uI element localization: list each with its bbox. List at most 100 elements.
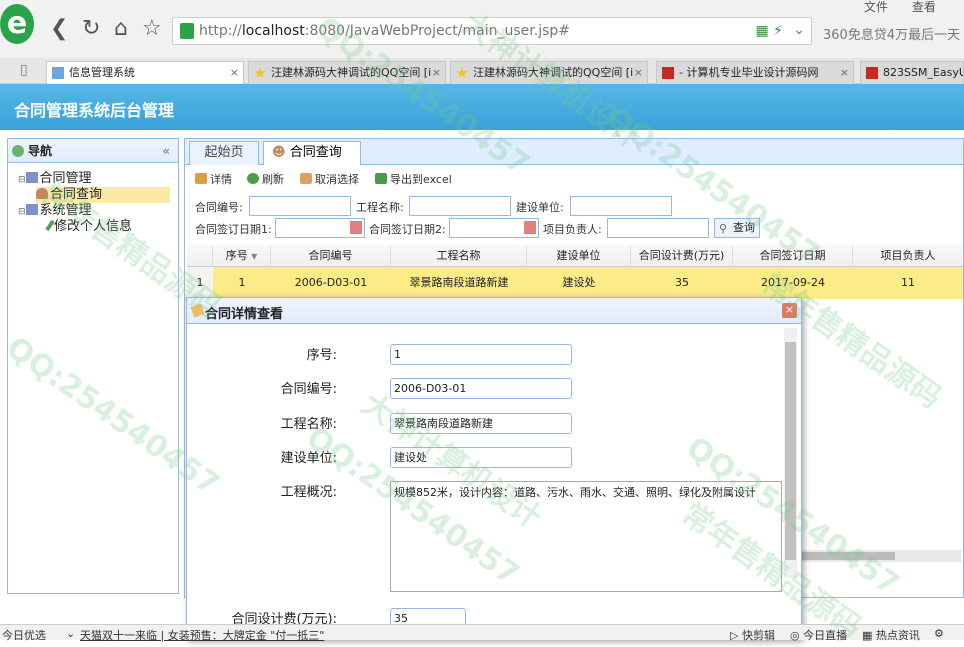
horizontal-scrollbar[interactable] — [785, 550, 961, 562]
site-icon — [866, 67, 878, 79]
scrollbar-thumb[interactable] — [795, 552, 895, 560]
contract-no-field[interactable]: 2006-D03-01 — [390, 378, 572, 399]
sidebar-toggle-icon[interactable]: ▯ — [20, 62, 28, 78]
index-field[interactable]: 1 — [390, 344, 572, 365]
app-header: 合同管理系统后台管理 — [0, 84, 964, 130]
refresh-icon — [247, 173, 259, 184]
manager-input[interactable] — [607, 218, 709, 238]
column-header-index[interactable]: 序号 ▼ — [213, 245, 271, 267]
edit-icon — [195, 173, 207, 184]
chevron-down-icon[interactable]: ⌄ — [793, 22, 805, 38]
browser-status-bar: 今日优选 ⌄ 天猫双十一来临 | 女装预售：大牌定金 "付一抵三" ▷ 快剪辑 … — [0, 624, 964, 643]
row-number: 1 — [187, 267, 213, 299]
contract-no-input[interactable] — [249, 196, 351, 216]
refresh-button[interactable]: 刷新 — [247, 171, 284, 187]
filter-label-sign-date2: 合同签订日期2: — [369, 223, 446, 236]
tree-node-contract-mgmt[interactable]: ⊟ 合同管理 — [18, 171, 92, 187]
address-bar[interactable]: http://localhost:8080/JavaWebProject/mai… — [172, 17, 812, 45]
play-icon: ▷ — [730, 629, 739, 642]
close-icon[interactable]: × — [230, 62, 239, 84]
column-header-design-fee[interactable]: 合同设计费(万元) — [631, 245, 733, 267]
bookmark-star-icon[interactable]: ☆ — [142, 18, 162, 40]
filter-label-sign-date1: 合同签订日期1: — [195, 223, 272, 236]
field-label-overview: 工程概况: — [280, 485, 337, 500]
project-overview-textarea[interactable]: 规模852米，设计内容：道路、污水、雨水、交通、照明、绿化及附属设计 — [390, 481, 782, 592]
refresh-icon[interactable]: ↻ — [82, 18, 100, 40]
table-cell: 2006-D03-01 — [294, 276, 368, 289]
undo-icon — [300, 173, 312, 184]
star-icon — [254, 67, 266, 78]
scrollbar-thumb[interactable] — [785, 342, 796, 560]
nav-panel-title: 导航 — [28, 144, 53, 158]
tree-expander-icon[interactable]: ⊟ — [18, 207, 26, 217]
column-header-build-unit[interactable]: 建设单位 — [527, 245, 631, 267]
tree-node-contract-query[interactable]: 合同查询 — [36, 187, 170, 203]
dialog-title: 合同详情查看 — [205, 307, 284, 322]
detail-button[interactable]: 详情 — [195, 171, 232, 187]
status-left[interactable]: 今日优选 — [2, 627, 46, 643]
home-icon[interactable]: ⌂ — [114, 18, 128, 40]
search-icon: ⚲ — [719, 222, 728, 235]
grid-header: 序号 ▼ 合同编号 工程名称 建设单位 合同设计费(万元) 合同签订日期 项目负… — [187, 245, 963, 267]
column-header-contract-no[interactable]: 合同编号 — [271, 245, 391, 267]
table-cell: 35 — [675, 276, 689, 289]
browser-tab[interactable]: 汪建林源码大神调试的QQ空间 [i × — [248, 61, 446, 84]
browser-tab[interactable]: 信息管理系统 × — [46, 61, 244, 84]
filter-label-contract-no: 合同编号: — [195, 201, 243, 214]
menu-file[interactable]: 文件 — [864, 0, 888, 14]
site-icon — [662, 67, 674, 79]
qr-lightning-icon[interactable]: ▦ ⚡ — [755, 23, 783, 39]
tab-home[interactable]: 起始页 — [189, 141, 259, 165]
news-button[interactable]: ▦ 热点资讯 — [862, 627, 920, 643]
column-header-sign-date[interactable]: 合同签订日期 — [733, 245, 853, 267]
sign-date2-input[interactable] — [449, 218, 539, 238]
search-suggestion[interactable]: 360免息贷4万最后一天 — [823, 24, 960, 43]
user-icon: ☻ — [272, 145, 286, 160]
query-button[interactable]: ⚲ 查询 — [714, 218, 760, 238]
chevron-down-icon[interactable]: ⌄ — [66, 627, 75, 640]
close-icon[interactable]: × — [782, 303, 797, 318]
browser-tab[interactable]: 823SSM_EasyUI — [860, 61, 964, 84]
build-unit-input[interactable] — [570, 196, 672, 216]
collapse-icon[interactable]: « — [162, 139, 170, 163]
project-name-field[interactable]: 翠景路南段道路新建 — [390, 413, 572, 434]
quick-edit-button[interactable]: ▷ 快剪辑 — [730, 627, 775, 643]
browser-tab[interactable]: 汪建林源码大神调试的QQ空间 [i × — [450, 61, 648, 84]
close-icon[interactable]: × — [840, 62, 849, 84]
column-header-project-name[interactable]: 工程名称 — [391, 245, 527, 267]
tree-node-system-mgmt[interactable]: ⊟ 系统管理 — [18, 203, 92, 219]
browser-tab[interactable]: - 计算机专业毕业设计源码网 × — [656, 61, 854, 84]
settings-icon[interactable]: ⚙ — [934, 627, 944, 640]
menu-view[interactable]: 查看 — [912, 0, 936, 14]
calendar-icon[interactable] — [350, 221, 362, 234]
table-cell: 11 — [901, 276, 915, 289]
tab-contract-query[interactable]: ☻ 合同查询 × — [263, 141, 361, 181]
sign-date1-input[interactable] — [275, 218, 365, 238]
contract-detail-dialog: 合同详情查看 × 序号: 1 合同编号: 2006-D03-01 工程名称: 翠… — [186, 297, 802, 640]
project-name-input[interactable] — [409, 196, 511, 216]
back-icon[interactable]: ❮ — [50, 18, 68, 40]
tree-node-edit-profile[interactable]: 修改个人信息 — [45, 219, 132, 235]
column-header-manager[interactable]: 项目负责人 — [853, 245, 963, 267]
clear-selection-button[interactable]: 取消选择 — [300, 171, 359, 187]
field-label-build-unit: 建设单位: — [280, 451, 337, 466]
folder-icon — [25, 172, 38, 183]
close-icon[interactable]: × — [432, 62, 441, 84]
shield-icon — [180, 23, 194, 39]
vertical-scrollbar[interactable] — [784, 328, 797, 578]
tree-expander-icon[interactable]: ⊟ — [18, 175, 26, 185]
calendar-icon[interactable] — [524, 221, 536, 234]
excel-icon — [375, 173, 387, 184]
table-row[interactable]: 1 1 2006-D03-01 翠景路南段道路新建 建设处 35 2017-09… — [187, 267, 963, 299]
close-icon[interactable]: × — [634, 62, 643, 84]
build-unit-field[interactable]: 建设处 — [390, 447, 572, 468]
field-label-contract-no: 合同编号: — [280, 382, 337, 397]
export-excel-button[interactable]: 导出到excel — [375, 171, 452, 187]
browser-logo-icon: e — [0, 4, 34, 44]
dialog-header: 合同详情查看 × — [187, 298, 801, 324]
filter-label-build-unit: 建设单位: — [516, 201, 564, 214]
status-news[interactable]: 天猫双十一来临 | 女装预售：大牌定金 "付一抵三" — [80, 627, 324, 643]
live-button[interactable]: ◎ 今日直播 — [790, 627, 847, 643]
page-icon — [52, 67, 64, 79]
globe-icon — [12, 145, 24, 157]
